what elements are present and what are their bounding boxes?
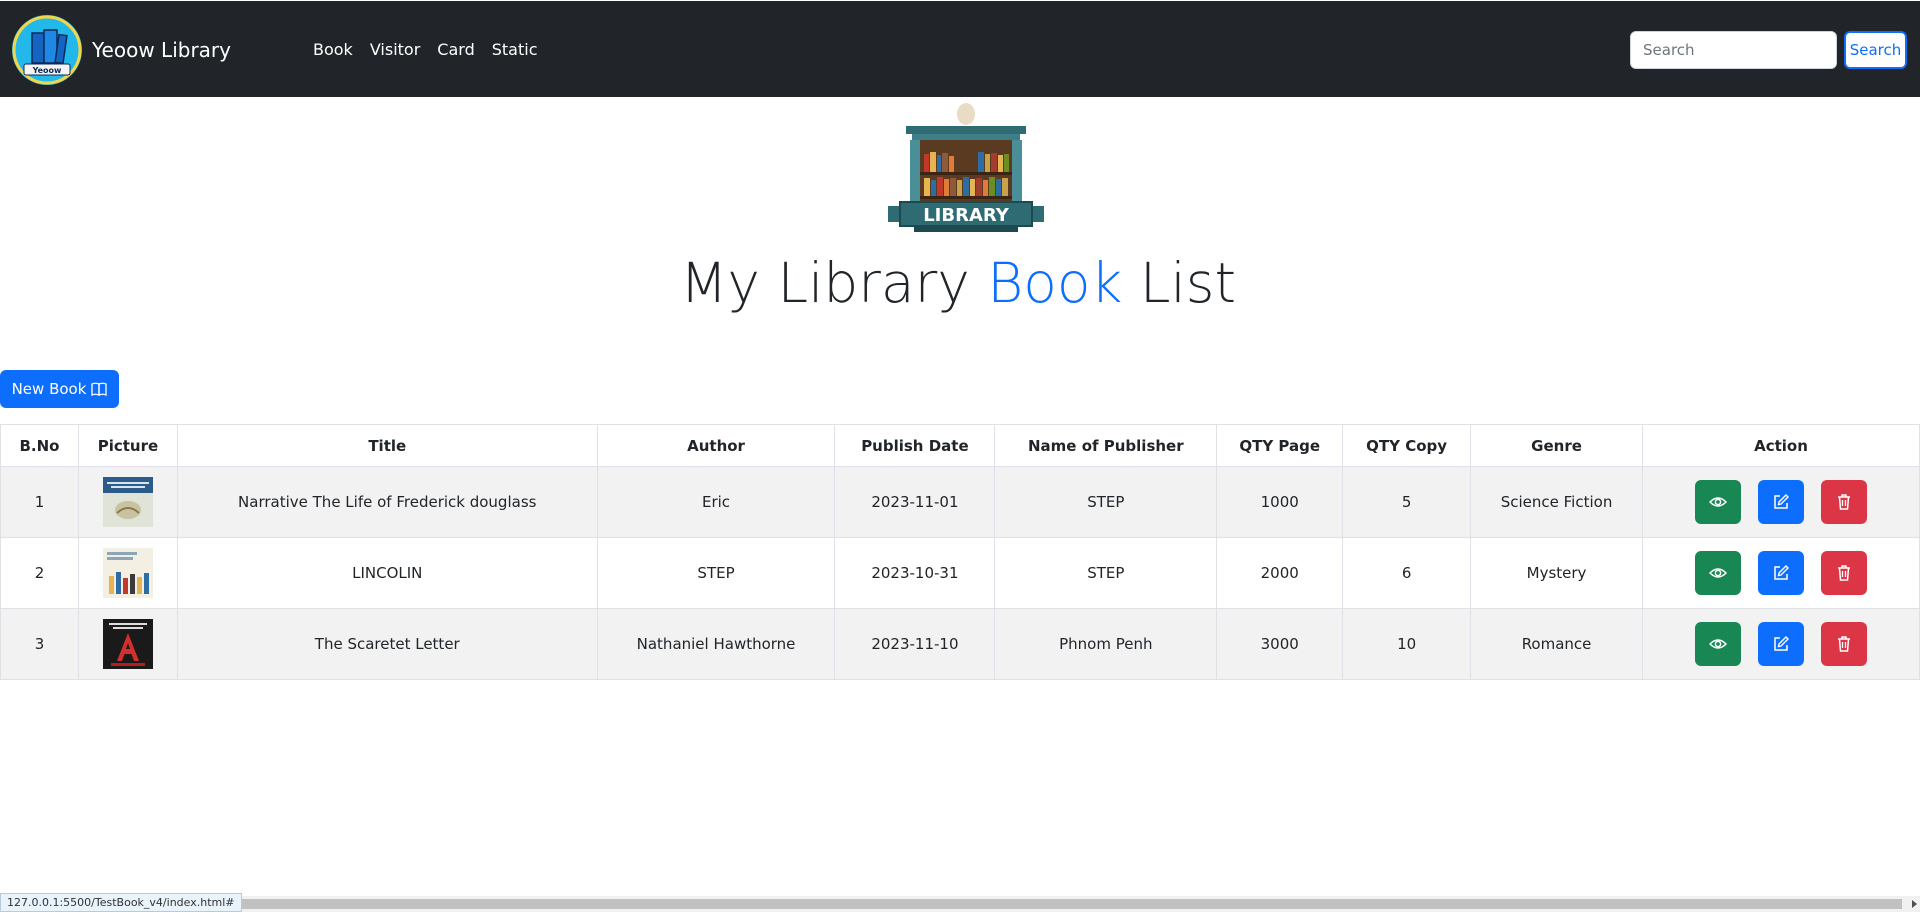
page-title-part2: List (1122, 251, 1237, 315)
cell-publisher: STEP (994, 466, 1218, 538)
book-table: B.No Picture Title Author Publish Date N… (0, 424, 1920, 680)
cell-actions (1642, 466, 1920, 538)
header-genre[interactable]: Genre (1470, 424, 1643, 467)
trash-icon (1837, 494, 1850, 510)
svg-text:Yeoow: Yeoow (32, 66, 62, 75)
book-icon (91, 382, 108, 397)
delete-button[interactable] (1820, 480, 1867, 524)
table-row: 2 LINCOLIN STEP 2023-10-31 STEP 2000 6 M… (0, 537, 1920, 609)
cell-qty-copy: 5 (1342, 466, 1472, 538)
edit-button[interactable] (1758, 551, 1804, 595)
cell-actions (1642, 608, 1920, 680)
nav-link-book[interactable]: Book (313, 39, 353, 61)
view-button[interactable] (1695, 622, 1742, 666)
trash-icon (1837, 636, 1850, 652)
cell-title: LINCOLIN (176, 537, 598, 609)
book-cover-image[interactable] (102, 619, 153, 669)
cell-title: Narrative The Life of Frederick douglass (176, 466, 598, 538)
cell-publish-date: 2023-11-01 (834, 466, 996, 538)
cell-bno: 2 (0, 537, 79, 609)
cell-picture (77, 537, 178, 609)
table-header-row: B.No Picture Title Author Publish Date N… (0, 424, 1920, 467)
cell-qty-page: 2000 (1216, 537, 1344, 609)
scroll-right-arrow-icon[interactable] (1912, 900, 1917, 908)
cell-qty-copy: 10 (1342, 608, 1472, 680)
book-cover-image[interactable] (102, 477, 153, 527)
table-row: 3 The Scaretet Letter Nathaniel Hawthorn… (0, 608, 1920, 680)
header-action[interactable]: Action (1642, 424, 1920, 467)
view-button[interactable] (1695, 551, 1742, 595)
cell-publisher: STEP (994, 537, 1218, 609)
cell-genre: Romance (1470, 608, 1643, 680)
nav-link-static[interactable]: Static (492, 39, 538, 61)
library-logo: LIBRARY (884, 100, 1048, 236)
page-title-part1: My Library (679, 251, 988, 315)
search-button[interactable]: Search (1844, 31, 1907, 69)
cell-publish-date: 2023-10-31 (834, 537, 996, 609)
edit-button[interactable] (1758, 480, 1804, 524)
trash-icon (1837, 565, 1850, 581)
cell-publisher: Phnom Penh (994, 608, 1218, 680)
search-input[interactable] (1630, 31, 1837, 69)
eye-icon (1709, 497, 1728, 507)
svg-text:LIBRARY: LIBRARY (923, 205, 1010, 226)
cell-qty-page: 3000 (1216, 608, 1344, 680)
edit-icon (1774, 494, 1789, 509)
brand-logo[interactable]: Yeoow (12, 15, 82, 85)
cell-picture (77, 608, 178, 680)
table-row: 1 Narrative The Life of Frederick dougla… (0, 466, 1920, 538)
cell-qty-page: 1000 (1216, 466, 1344, 538)
edit-icon (1774, 565, 1789, 580)
new-book-label: New Book (11, 380, 87, 398)
cell-genre: Science Fiction (1470, 466, 1643, 538)
delete-button[interactable] (1820, 551, 1867, 595)
view-button[interactable] (1695, 480, 1742, 524)
header-publish-date[interactable]: Publish Date (834, 424, 996, 467)
header-picture[interactable]: Picture (77, 424, 178, 467)
eye-icon (1709, 568, 1728, 578)
cell-author: Nathaniel Hawthorne (596, 608, 836, 680)
cell-bno: 1 (0, 466, 79, 538)
cell-bno: 3 (0, 608, 79, 680)
main-nav: Book Visitor Card Static (313, 39, 554, 61)
cell-author: STEP (596, 537, 836, 609)
eye-icon (1709, 639, 1728, 649)
header-author[interactable]: Author (596, 424, 836, 467)
library-logo-image: LIBRARY (888, 103, 1044, 232)
cell-picture (77, 466, 178, 538)
cell-author: Eric (596, 466, 836, 538)
brand-logo-image: Yeoow (12, 15, 82, 85)
cell-publish-date: 2023-11-10 (834, 608, 996, 680)
nav-link-card[interactable]: Card (437, 39, 474, 61)
cell-qty-copy: 6 (1342, 537, 1472, 609)
header-title[interactable]: Title (176, 424, 598, 467)
cell-actions (1642, 537, 1920, 609)
header-qty-copy[interactable]: QTY Copy (1342, 424, 1472, 467)
page-title: My Library Book List (0, 250, 1920, 316)
header-publisher[interactable]: Name of Publisher (994, 424, 1218, 467)
page-title-accent: Book (987, 251, 1123, 315)
edit-button[interactable] (1758, 622, 1804, 666)
status-url: 127.0.0.1:5500/TestBook_v4/index.html# (0, 893, 242, 912)
edit-icon (1774, 636, 1789, 651)
new-book-button[interactable]: New Book (0, 370, 119, 408)
horizontal-scrollbar[interactable] (0, 896, 1920, 912)
top-navbar: Yeoow Yeoow Library Book Visitor Card St… (0, 1, 1920, 97)
book-cover-image[interactable] (102, 548, 153, 598)
delete-button[interactable] (1820, 622, 1867, 666)
cell-genre: Mystery (1470, 537, 1643, 609)
cell-title: The Scaretet Letter (176, 608, 598, 680)
header-qty-page[interactable]: QTY Page (1216, 424, 1344, 467)
brand-name[interactable]: Yeoow Library (92, 37, 231, 63)
nav-link-visitor[interactable]: Visitor (370, 39, 420, 61)
header-bno[interactable]: B.No (0, 424, 79, 467)
scrollbar-thumb[interactable] (16, 899, 1902, 909)
